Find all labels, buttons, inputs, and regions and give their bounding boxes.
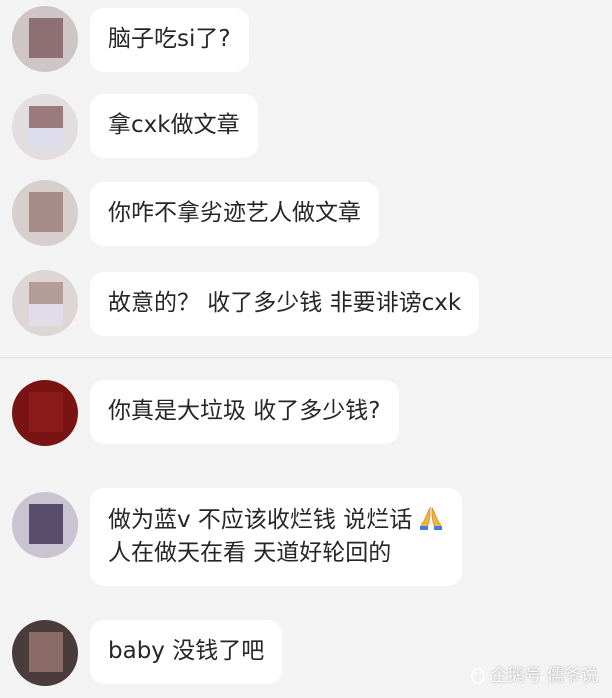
blurred-avatar-image	[29, 632, 63, 672]
message-text: baby 没钱了吧	[108, 638, 265, 664]
penguin-logo-icon	[469, 666, 487, 684]
list-item: 你真是大垃圾 收了多少钱?	[0, 378, 612, 448]
message-text: 拿cxk做文章	[108, 112, 240, 138]
message-bubble[interactable]: 脑子吃si了?	[90, 8, 249, 72]
avatar[interactable]	[12, 492, 78, 558]
message-text-line: 做为蓝v 不应该收烂钱 说烂话	[108, 504, 444, 537]
watermark-text: 企鹅号 儒爷说	[490, 666, 598, 686]
blurred-avatar-image	[29, 504, 63, 544]
blurred-avatar-image	[29, 192, 63, 232]
message-text-line: 人在做天在看 天道好轮回的	[108, 540, 392, 566]
blurred-avatar-image-lower	[29, 128, 63, 150]
blurred-avatar-image	[29, 282, 63, 304]
message-text: 故意的？ 收了多少钱 非要诽谤cxk	[108, 290, 462, 316]
watermark: 企鹅号 儒爷说	[469, 661, 598, 686]
message-text: 脑子吃si了?	[108, 26, 231, 52]
message-bubble[interactable]: 你真是大垃圾 收了多少钱?	[90, 380, 399, 444]
avatar[interactable]	[12, 6, 78, 72]
avatar[interactable]	[12, 180, 78, 246]
message-bubble[interactable]: 故意的？ 收了多少钱 非要诽谤cxk	[90, 272, 480, 336]
message-bubble[interactable]: 你咋不拿劣迹艺人做文章	[90, 182, 379, 246]
message-bubble[interactable]: 做为蓝v 不应该收烂钱 说烂话 人在做天在看 天道好轮回的	[90, 488, 463, 586]
avatar[interactable]	[12, 270, 78, 336]
comment-list: 脑子吃si了? 拿cxk做文章 你咋不拿劣迹艺人做文章 故意的？ 收了多少钱 非…	[0, 0, 612, 698]
list-item: 故意的？ 收了多少钱 非要诽谤cxk	[0, 268, 612, 338]
message-bubble[interactable]: 拿cxk做文章	[90, 94, 258, 158]
message-text: 你真是大垃圾 收了多少钱?	[108, 398, 381, 424]
folded-hands-icon	[418, 505, 444, 531]
blurred-avatar-image	[29, 18, 63, 58]
blurred-avatar-image	[29, 392, 63, 432]
avatar[interactable]	[12, 380, 78, 446]
message-bubble[interactable]: baby 没钱了吧	[90, 620, 283, 684]
list-item: 脑子吃si了?	[0, 6, 612, 76]
blurred-avatar-image-lower	[29, 304, 63, 326]
section-divider	[0, 357, 612, 358]
list-item: 你咋不拿劣迹艺人做文章	[0, 180, 612, 250]
list-item: 拿cxk做文章	[0, 92, 612, 162]
avatar[interactable]	[12, 620, 78, 686]
list-item: 做为蓝v 不应该收烂钱 说烂话 人在做天在看 天道好轮回的	[0, 486, 612, 590]
blurred-avatar-image	[29, 106, 63, 128]
message-text: 你咋不拿劣迹艺人做文章	[108, 200, 361, 226]
avatar[interactable]	[12, 94, 78, 160]
